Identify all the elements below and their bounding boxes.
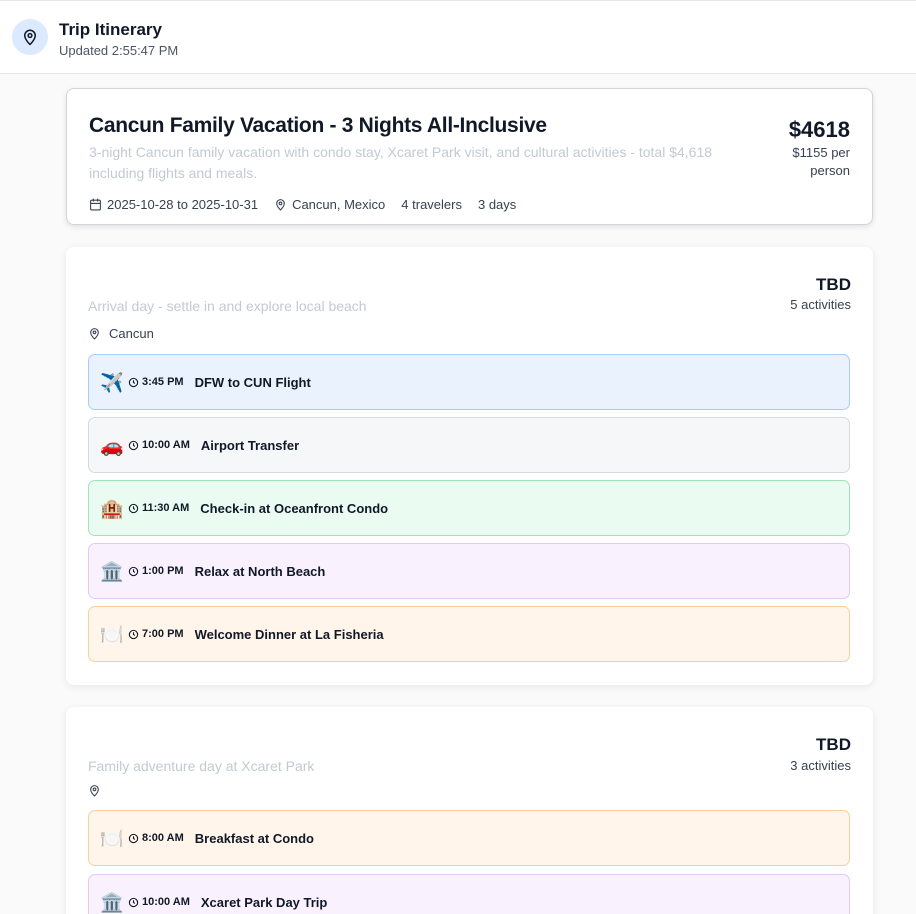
day-description: Family adventure day at Xcaret Park — [88, 758, 315, 774]
dining-icon: 🍽️ — [100, 827, 124, 850]
activity-item[interactable]: 🚗 10:00 AM Airport Transfer — [88, 417, 850, 473]
trip-summary-card: Cancun Family Vacation - 3 Nights All-In… — [66, 88, 873, 225]
activity-name: Xcaret Park Day Trip — [200, 894, 328, 910]
activity-name: Relax at North Beach — [194, 563, 326, 579]
clock-icon — [128, 566, 139, 577]
hotel-icon: 🏨 — [100, 497, 124, 520]
activity-time: 10:00 AM — [142, 896, 190, 908]
day-location: Cancun — [88, 326, 154, 341]
clock-icon — [128, 440, 139, 451]
activity-time: 10:00 AM — [142, 439, 190, 451]
day-date: TBD — [816, 275, 851, 294]
activity-name: Check-in at Oceanfront Condo — [200, 500, 389, 516]
activity-time: 11:30 AM — [142, 502, 190, 514]
trip-dates-label: 2025-10-28 to 2025-10-31 — [107, 197, 259, 212]
trip-location-label: Cancun, Mexico — [292, 197, 386, 212]
trip-meta: 2025-10-28 to 2025-10-31 Cancun, Mexico … — [89, 197, 532, 212]
landmark-icon: 🏛️ — [100, 560, 124, 583]
day-description: Arrival day - settle in and explore loca… — [88, 298, 367, 314]
day-card: TBD 3 activities Family adventure day at… — [66, 707, 873, 914]
price-per-person: $1155 per person — [792, 145, 850, 178]
activity-item[interactable]: 🏛️ 1:00 PM Relax at North Beach — [88, 543, 850, 599]
trip-location: Cancun, Mexico — [274, 197, 385, 212]
map-pin-icon — [276, 199, 285, 211]
activity-time: 8:00 AM — [142, 832, 184, 844]
dining-icon: 🍽️ — [100, 623, 124, 646]
landmark-icon: 🏛️ — [100, 891, 124, 914]
clock-icon — [128, 503, 139, 514]
trip-dates: 2025-10-28 to 2025-10-31 — [89, 197, 258, 212]
airplane-icon: ✈️ — [100, 371, 124, 394]
activity-item[interactable]: 🍽️ 7:00 PM Welcome Dinner at La Fisheria — [88, 606, 850, 662]
clock-icon — [128, 629, 139, 640]
activity-item[interactable]: 🏨 11:30 AM Check-in at Oceanfront Condo — [88, 480, 850, 536]
activity-item[interactable]: ✈️ 3:45 PM DFW to CUN Flight — [88, 354, 850, 410]
trip-description: 3-night Cancun family vacation with cond… — [89, 144, 713, 181]
activity-name: DFW to CUN Flight — [194, 374, 311, 390]
day-location-label: Cancun — [109, 326, 154, 341]
app-header: Trip Itinerary Updated 2:55:47 PM — [0, 0, 916, 74]
activity-time: 3:45 PM — [142, 376, 184, 388]
day-card: TBD 5 activities Arrival day - settle in… — [66, 247, 873, 685]
map-pin-icon — [90, 785, 99, 797]
activity-time: 7:00 PM — [142, 628, 184, 640]
calendar-icon — [90, 198, 101, 211]
activity-time: 1:00 PM — [142, 565, 184, 577]
page-title: Trip Itinerary — [59, 20, 162, 39]
day-activity-count: 5 activities — [790, 297, 851, 312]
day-location — [88, 784, 109, 797]
clock-icon — [128, 377, 139, 388]
activity-name: Airport Transfer — [200, 437, 300, 453]
price-total: $4618 — [788, 117, 850, 142]
map-pin-icon — [12, 19, 48, 55]
updated-timestamp: Updated 2:55:47 PM — [59, 43, 179, 58]
clock-icon — [128, 833, 139, 844]
day-activity-count: 3 activities — [790, 758, 851, 773]
clock-icon — [128, 897, 139, 908]
activity-item[interactable]: 🏛️ 10:00 AM Xcaret Park Day Trip — [88, 874, 850, 914]
trip-days: 3 days — [477, 197, 517, 212]
trip-title: Cancun Family Vacation - 3 Nights All-In… — [89, 114, 547, 137]
map-pin-icon — [90, 328, 99, 340]
car-icon: 🚗 — [100, 434, 124, 457]
activity-name: Welcome Dinner at La Fisheria — [194, 626, 384, 642]
activity-name: Breakfast at Condo — [194, 830, 314, 846]
day-date: TBD — [816, 735, 851, 754]
activity-item[interactable]: 🍽️ 8:00 AM Breakfast at Condo — [88, 810, 850, 866]
trip-travelers: 4 travelers — [401, 197, 462, 212]
